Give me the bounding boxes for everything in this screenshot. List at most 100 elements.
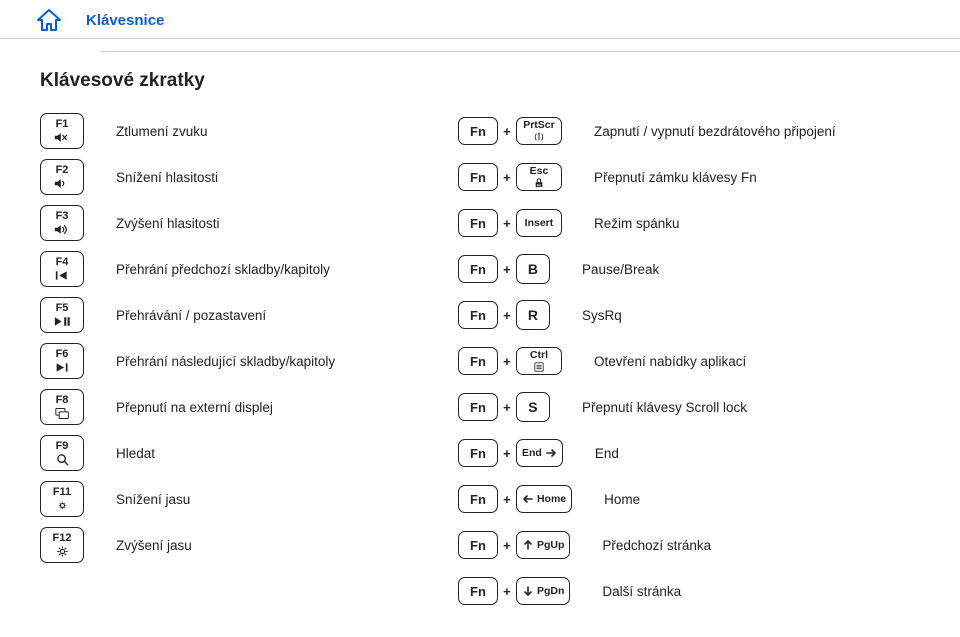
key-label: R (528, 308, 538, 322)
key-fn: Fn (458, 577, 498, 605)
key-r: R (516, 300, 550, 330)
shortcut-description: Přehrání následující skladby/kapitoly (116, 354, 335, 369)
key-fn: Fn (458, 209, 498, 237)
shortcut-description: Ztlumení zvuku (116, 124, 208, 139)
key-pgdn: PgDn (516, 577, 570, 605)
page-title: Klávesové zkratky (40, 70, 920, 92)
brightup-icon (56, 545, 69, 558)
key-prtscr: PrtScr (516, 117, 562, 145)
divider (0, 38, 960, 39)
shortcut-description: Přehrávání / pozastavení (116, 308, 266, 323)
key-label: F6 (56, 349, 69, 360)
display-icon (55, 407, 70, 420)
shortcut-description: Otevření nabídky aplikací (594, 354, 746, 369)
key-b: B (516, 254, 550, 284)
plus-sign: + (498, 216, 516, 231)
plus-sign: + (498, 124, 516, 139)
key-end: End (516, 439, 563, 467)
key-label: F2 (56, 165, 69, 176)
shortcut-description: Předchozí stránka (602, 538, 711, 553)
lock-icon: Fn (534, 178, 544, 189)
prev-icon (55, 269, 70, 282)
plus-sign: + (498, 262, 516, 277)
key-label: F5 (56, 303, 69, 314)
shortcut-description: Zvýšení jasu (116, 538, 192, 553)
shortcut-description: Home (604, 492, 640, 507)
plus-sign: + (498, 170, 516, 185)
arrow-up-icon (522, 539, 534, 551)
key-fn: Fn (458, 485, 498, 513)
breadcrumb[interactable]: Klávesnice (86, 12, 164, 29)
search-icon (56, 453, 69, 466)
plus-sign: + (498, 308, 516, 323)
key-label: F11 (53, 487, 71, 498)
key-f11: F11 (40, 481, 84, 517)
voldn-icon (54, 177, 71, 190)
mute-icon (54, 131, 71, 144)
key-label: Fn (470, 447, 486, 460)
key-label: Fn (470, 263, 486, 276)
home-icon[interactable] (36, 8, 62, 32)
shortcut-description: Hledat (116, 446, 155, 461)
shortcut-description: Zvýšení hlasitosti (116, 216, 220, 231)
key-label: Ctrl (530, 350, 548, 361)
key-f5: F5 (40, 297, 84, 333)
key-fn: Fn (458, 117, 498, 145)
key-home: Home (516, 485, 572, 513)
shortcut-description: Přepnutí zámku klávesy Fn (594, 170, 757, 185)
key-label: F1 (56, 119, 69, 130)
key-label: S (528, 400, 537, 414)
key-label: Home (537, 494, 566, 505)
brightdn-icon (56, 499, 69, 512)
key-fn: Fn (458, 301, 498, 329)
key-f6: F6 (40, 343, 84, 379)
key-label: PgUp (537, 540, 564, 551)
key-label: Fn (470, 355, 486, 368)
key-label: F4 (56, 257, 69, 268)
menu-icon (534, 362, 544, 373)
key-f9: F9 (40, 435, 84, 471)
key-label: Insert (525, 218, 554, 229)
key-label: B (528, 262, 538, 276)
arrow-down-icon (522, 585, 534, 597)
key-label: Fn (470, 217, 486, 230)
key-f2: F2 (40, 159, 84, 195)
key-fn: Fn (458, 531, 498, 559)
svg-text:Fn: Fn (537, 183, 541, 187)
key-label: Fn (470, 585, 486, 598)
key-f4: F4 (40, 251, 84, 287)
key-label: End (522, 448, 542, 459)
shortcut-description: Snížení hlasitosti (116, 170, 218, 185)
shortcut-description: SysRq (582, 308, 622, 323)
key-label: F3 (56, 211, 69, 222)
key-label: Fn (470, 539, 486, 552)
shortcut-description: Snížení jasu (116, 492, 190, 507)
key-fn: Fn (458, 163, 498, 191)
shortcut-description: Zapnutí / vypnutí bezdrátového připojení (594, 124, 836, 139)
shortcut-description: Pause/Break (582, 262, 659, 277)
key-fn: Fn (458, 393, 498, 421)
plus-sign: + (498, 492, 516, 507)
next-icon (55, 361, 70, 374)
volup-icon (54, 223, 71, 236)
shortcut-description: Režim spánku (594, 216, 680, 231)
key-label: Esc (530, 166, 549, 177)
shortcut-description: Přehrání předchozí skladby/kapitoly (116, 262, 330, 277)
key-insert: Insert (516, 209, 562, 237)
key-esc: Esc Fn (516, 163, 562, 191)
wifi-icon (533, 132, 545, 143)
key-label: F9 (56, 441, 69, 452)
shortcut-description: Další stránka (602, 584, 681, 599)
key-label: F8 (56, 395, 69, 406)
plus-sign: + (498, 584, 516, 599)
key-label: PrtScr (523, 120, 555, 131)
shortcut-description: Přepnutí klávesy Scroll lock (582, 400, 747, 415)
key-ctrl: Ctrl (516, 347, 562, 375)
key-pgup: PgUp (516, 531, 570, 559)
key-fn: Fn (458, 347, 498, 375)
plus-sign: + (498, 538, 516, 553)
key-label: Fn (470, 309, 486, 322)
key-label: Fn (470, 401, 486, 414)
arrow-left-icon (522, 493, 534, 505)
shortcut-description: End (595, 446, 619, 461)
